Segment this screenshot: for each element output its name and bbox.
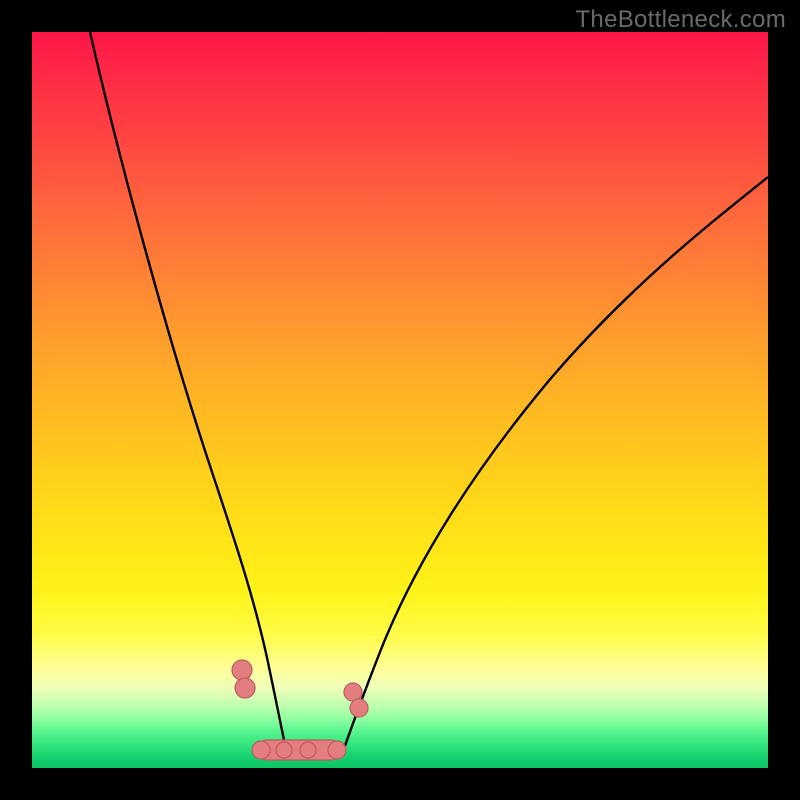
left-curve xyxy=(90,32,287,754)
curve-svg xyxy=(32,32,768,768)
bottom-bar-end-left xyxy=(252,741,270,759)
right-marker-1 xyxy=(344,683,362,701)
right-marker-2 xyxy=(350,699,368,717)
left-marker-1 xyxy=(232,660,252,680)
watermark-text: TheBottleneck.com xyxy=(575,6,786,34)
right-curve xyxy=(342,177,768,754)
chart-frame: TheBottleneck.com xyxy=(0,0,800,800)
left-marker-2 xyxy=(235,678,255,698)
plot-area xyxy=(32,32,768,768)
bottom-bar-mid-1 xyxy=(276,742,292,758)
bottom-bar-mid-2 xyxy=(300,742,316,758)
bottom-bar-end-right xyxy=(328,741,346,759)
